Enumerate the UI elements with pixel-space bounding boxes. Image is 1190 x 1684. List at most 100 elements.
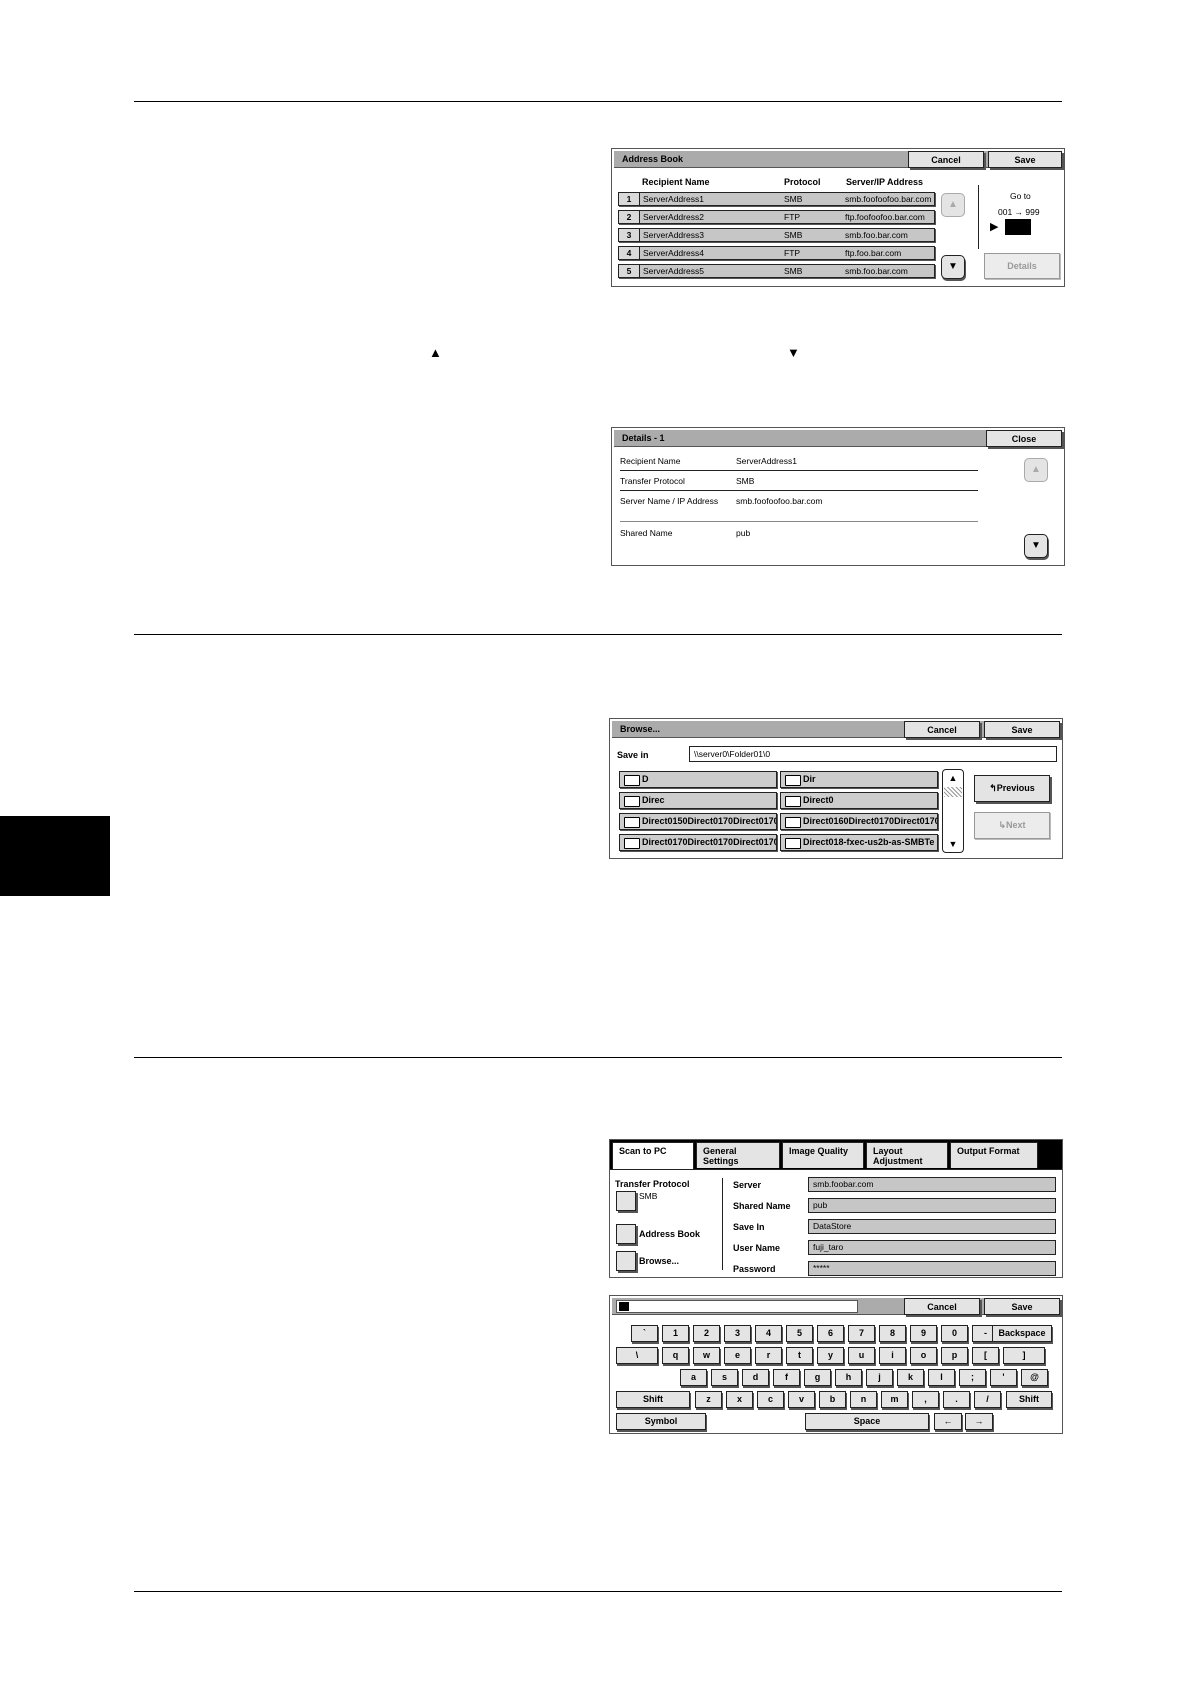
- key[interactable]: q: [662, 1347, 689, 1364]
- shift-key-right[interactable]: Shift: [1006, 1391, 1052, 1408]
- key[interactable]: r: [755, 1347, 782, 1364]
- table-row[interactable]: 2 ServerAddress2 FTP ftp.foofoofoo.bar.c…: [618, 210, 935, 224]
- details-button[interactable]: Details: [984, 253, 1060, 279]
- left-arrow-key[interactable]: ←: [934, 1413, 962, 1430]
- scroll-down-button[interactable]: ▼: [941, 255, 965, 279]
- key[interactable]: y: [817, 1347, 844, 1364]
- cancel-button[interactable]: Cancel: [904, 721, 980, 738]
- space-key[interactable]: Space: [805, 1413, 929, 1430]
- key[interactable]: i: [879, 1347, 906, 1364]
- key[interactable]: d: [742, 1369, 769, 1386]
- key[interactable]: a: [680, 1369, 707, 1386]
- tab-output-format[interactable]: Output Format: [950, 1142, 1038, 1168]
- password-field[interactable]: *****: [808, 1261, 1056, 1276]
- key[interactable]: o: [910, 1347, 937, 1364]
- symbol-key[interactable]: Symbol: [616, 1413, 706, 1430]
- key[interactable]: /: [974, 1391, 1001, 1408]
- tab-layout-adjustment[interactable]: Layout Adjustment: [866, 1142, 948, 1168]
- previous-button[interactable]: ↰Previous: [974, 775, 1050, 802]
- key[interactable]: 6: [817, 1325, 844, 1342]
- key[interactable]: 9: [910, 1325, 937, 1342]
- scroll-thumb[interactable]: [944, 787, 962, 797]
- table-row[interactable]: 4 ServerAddress4 FTP ftp.foo.bar.com: [618, 246, 935, 260]
- key[interactable]: 2: [693, 1325, 720, 1342]
- close-button[interactable]: Close: [986, 430, 1062, 447]
- key[interactable]: 0: [941, 1325, 968, 1342]
- save-button[interactable]: Save: [988, 151, 1062, 168]
- scroll-up-icon[interactable]: ▲: [943, 770, 963, 786]
- folder-scrollbar[interactable]: ▲ ▼: [942, 769, 964, 853]
- key[interactable]: c: [757, 1391, 784, 1408]
- server-field[interactable]: smb.foobar.com: [808, 1177, 1056, 1192]
- key[interactable]: ]: [1003, 1347, 1045, 1364]
- tab-scan-to-pc[interactable]: Scan to PC: [612, 1142, 694, 1170]
- key[interactable]: u: [848, 1347, 875, 1364]
- section-rule-1: [134, 634, 1062, 635]
- next-button[interactable]: ↳Next: [974, 812, 1050, 839]
- key[interactable]: m: [881, 1391, 908, 1408]
- key[interactable]: g: [804, 1369, 831, 1386]
- save-button[interactable]: Save: [984, 1298, 1060, 1315]
- key[interactable]: v: [788, 1391, 815, 1408]
- key[interactable]: w: [693, 1347, 720, 1364]
- key[interactable]: 3: [724, 1325, 751, 1342]
- key[interactable]: 8: [879, 1325, 906, 1342]
- scroll-up-button[interactable]: ▲: [941, 193, 965, 217]
- key[interactable]: l: [928, 1369, 955, 1386]
- key[interactable]: e: [724, 1347, 751, 1364]
- table-row[interactable]: 3 ServerAddress3 SMB smb.foo.bar.com: [618, 228, 935, 242]
- folder-item[interactable]: Direct0170Direct0170Direct0170: [619, 834, 777, 851]
- scroll-down-icon[interactable]: ▼: [943, 836, 963, 852]
- key[interactable]: t: [786, 1347, 813, 1364]
- address-book-button[interactable]: [616, 1224, 636, 1244]
- key[interactable]: p: [941, 1347, 968, 1364]
- table-row[interactable]: 1 ServerAddress1 SMB smb.foofoofoo.bar.c…: [618, 192, 935, 206]
- key[interactable]: x: [726, 1391, 753, 1408]
- key[interactable]: \: [616, 1347, 658, 1364]
- shift-key-left[interactable]: Shift: [616, 1391, 690, 1408]
- folder-item[interactable]: Direct0: [780, 792, 938, 809]
- scroll-down-button[interactable]: ▼: [1024, 534, 1048, 558]
- key[interactable]: @: [1021, 1369, 1048, 1386]
- browse-button[interactable]: [616, 1251, 636, 1271]
- table-row[interactable]: 5 ServerAddress5 SMB smb.foo.bar.com: [618, 264, 935, 278]
- cancel-button[interactable]: Cancel: [904, 1298, 980, 1315]
- right-arrow-key[interactable]: →: [965, 1413, 993, 1430]
- key[interactable]: z: [695, 1391, 722, 1408]
- folder-item[interactable]: Direct0150Direct0170Direct0170: [619, 813, 777, 830]
- key[interactable]: n: [850, 1391, 877, 1408]
- goto-number-input[interactable]: [1005, 219, 1031, 235]
- key[interactable]: ;: [959, 1369, 986, 1386]
- key[interactable]: `: [631, 1325, 658, 1342]
- key[interactable]: 1: [662, 1325, 689, 1342]
- save-button[interactable]: Save: [984, 721, 1060, 738]
- key[interactable]: [: [972, 1347, 999, 1364]
- cancel-button[interactable]: Cancel: [908, 151, 984, 168]
- key[interactable]: f: [773, 1369, 800, 1386]
- tab-general-settings[interactable]: General Settings: [696, 1142, 780, 1168]
- key[interactable]: 7: [848, 1325, 875, 1342]
- folder-item[interactable]: Direc: [619, 792, 777, 809]
- text-input-field[interactable]: [616, 1300, 858, 1313]
- shared-name-field[interactable]: pub: [808, 1198, 1056, 1213]
- key[interactable]: k: [897, 1369, 924, 1386]
- save-in-field[interactable]: DataStore: [808, 1219, 1056, 1234]
- folder-item[interactable]: Dir: [780, 771, 938, 788]
- scroll-up-button[interactable]: ▲: [1024, 458, 1048, 482]
- key[interactable]: s: [711, 1369, 738, 1386]
- backspace-key[interactable]: Backspace: [992, 1325, 1052, 1342]
- key[interactable]: h: [835, 1369, 862, 1386]
- folder-item[interactable]: Direct018-fxec-us2b-as-SMBTe: [780, 834, 938, 851]
- key[interactable]: ': [990, 1369, 1017, 1386]
- tab-image-quality[interactable]: Image Quality: [782, 1142, 864, 1168]
- user-name-field[interactable]: fuji_taro: [808, 1240, 1056, 1255]
- key[interactable]: ,: [912, 1391, 939, 1408]
- folder-item[interactable]: Direct0160Direct0170Direct0170: [780, 813, 938, 830]
- key[interactable]: .: [943, 1391, 970, 1408]
- folder-item[interactable]: D: [619, 771, 777, 788]
- key[interactable]: b: [819, 1391, 846, 1408]
- transfer-protocol-button[interactable]: [616, 1191, 636, 1211]
- key[interactable]: 5: [786, 1325, 813, 1342]
- key[interactable]: 4: [755, 1325, 782, 1342]
- key[interactable]: j: [866, 1369, 893, 1386]
